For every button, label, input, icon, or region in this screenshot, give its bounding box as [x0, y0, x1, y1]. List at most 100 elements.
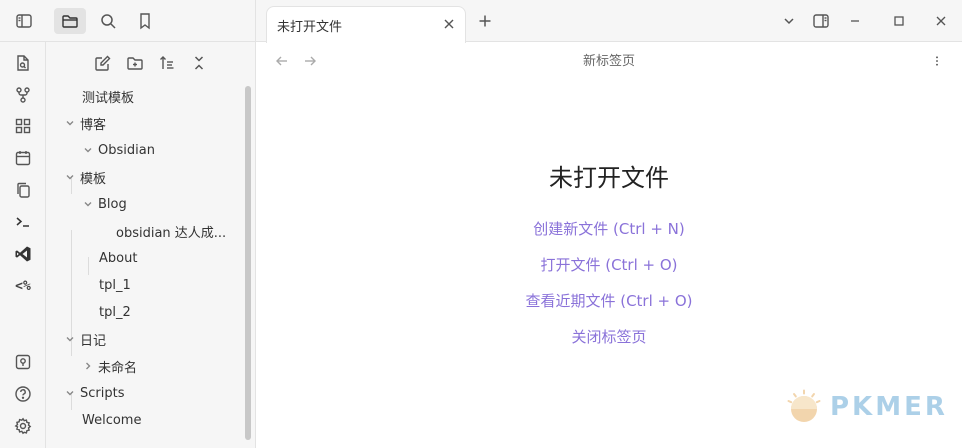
empty-state-title: 未打开文件 — [549, 164, 669, 192]
tab-list-button[interactable] — [778, 10, 800, 32]
sort-ascending-icon — [160, 56, 174, 69]
tree-item-label: Blog — [98, 196, 127, 212]
chevron-down-icon — [62, 115, 78, 131]
tree-item-label: Obsidian — [98, 142, 155, 158]
minimize-button[interactable] — [844, 10, 866, 32]
tree-folder-item[interactable]: Scripts — [62, 381, 124, 405]
new-folder-button[interactable] — [122, 50, 148, 76]
view-header-title: 新标签页 — [582, 54, 635, 69]
tree-file-item[interactable]: Welcome — [82, 408, 141, 432]
file-explorer-actions — [90, 50, 212, 76]
chevrons-collapse-icon — [194, 56, 204, 70]
templater-icon: <% — [15, 278, 31, 294]
ribbon-graph-button[interactable] — [12, 84, 34, 106]
folder-plus-icon — [127, 57, 143, 70]
recent-files-link[interactable]: 查看近期文件 (Ctrl + O) — [256, 290, 962, 311]
ribbon-daily-note-button[interactable] — [12, 147, 34, 169]
tree-item-label: 测试模板 — [82, 90, 135, 106]
folder-icon — [62, 15, 78, 28]
tree-file-item[interactable]: 测试模板 — [82, 84, 134, 108]
sidebar-scrollbar[interactable] — [245, 86, 251, 440]
gear-icon — [14, 417, 32, 435]
search-icon — [101, 14, 116, 29]
ribbon-templates-button[interactable] — [12, 179, 34, 201]
ribbon-canvas-button[interactable] — [12, 115, 34, 137]
tree-folder-item[interactable]: Obsidian — [80, 138, 155, 162]
toggle-sidebar-button[interactable] — [8, 8, 40, 34]
help-circle-icon — [15, 386, 31, 402]
tree-item-label: 日记 — [80, 333, 107, 349]
new-note-button[interactable] — [90, 50, 116, 76]
vault-icon — [15, 354, 31, 370]
chevron-down-icon — [62, 331, 78, 347]
tree-folder-item[interactable]: 博客 — [62, 111, 106, 135]
tree-folder-item[interactable]: 日记 — [62, 327, 106, 351]
tree-file-item[interactable]: tpl_2 — [99, 300, 131, 324]
copy-icon — [17, 182, 30, 198]
ribbon-help-button[interactable] — [12, 383, 34, 405]
sidebar-top-bar — [0, 0, 256, 42]
chevron-down-icon — [62, 385, 78, 401]
tab-close-button[interactable] — [441, 16, 457, 32]
open-file-link[interactable]: 打开文件 (Ctrl + O) — [256, 254, 962, 275]
chevron-down-icon — [80, 196, 96, 212]
ribbon-open-file-button[interactable] — [12, 52, 34, 74]
layout-grid-icon — [15, 118, 31, 134]
bookmarks-tab-button[interactable] — [129, 8, 161, 34]
file-explorer-tab-button[interactable] — [54, 8, 86, 34]
ribbon-vscode-button[interactable] — [12, 243, 34, 265]
ribbon-templater-button[interactable]: <% — [12, 275, 34, 297]
edit-icon — [95, 55, 111, 71]
create-new-file-link[interactable]: 创建新文件 (Ctrl + N) — [256, 218, 962, 239]
collapse-all-button[interactable] — [186, 50, 212, 76]
tab-title: 未打开文件 — [277, 20, 343, 35]
maximize-button[interactable] — [888, 10, 910, 32]
git-fork-icon — [16, 87, 30, 103]
tree-folder-item[interactable]: 未命名 — [80, 354, 137, 378]
pkmer-watermark: PKMER — [786, 388, 948, 426]
sidebar-right-icon — [813, 14, 829, 28]
calendar-icon — [15, 151, 31, 166]
tree-item-label: Scripts — [80, 385, 125, 401]
bookmark-icon — [140, 13, 150, 30]
new-tab-button[interactable] — [474, 10, 496, 32]
tree-file-item[interactable]: tpl_1 — [99, 273, 131, 297]
tree-folder-item[interactable]: 模板 — [62, 165, 106, 189]
close-icon — [936, 16, 946, 26]
chevron-right-icon — [80, 358, 96, 374]
tree-item-label: 模板 — [80, 171, 107, 187]
toggle-right-sidebar-button[interactable] — [810, 10, 832, 32]
tree-item-label: 未命名 — [98, 360, 138, 376]
plus-icon — [479, 15, 491, 27]
ribbon: <% — [0, 42, 46, 448]
tree-item-label: tpl_1 — [99, 277, 131, 293]
sort-button[interactable] — [154, 50, 180, 76]
close-icon — [444, 19, 454, 29]
tree-item-label: tpl_2 — [99, 304, 131, 320]
ribbon-vault-switcher-button[interactable] — [12, 351, 34, 373]
minimize-icon — [851, 20, 859, 22]
more-vertical-icon — [936, 56, 938, 66]
file-explorer: 测试模板 博客 Obsidian 模板 Blog obsidian 达人成...… — [46, 42, 256, 448]
close-tab-link[interactable]: 关闭标签页 — [256, 326, 962, 347]
pkmer-logo-icon — [787, 389, 821, 422]
ribbon-terminal-button[interactable] — [12, 211, 34, 233]
tree-item-label: About — [99, 250, 138, 266]
indent-guide — [88, 257, 89, 275]
vscode-icon — [15, 246, 31, 262]
more-options-button[interactable] — [928, 51, 946, 71]
chevron-down-icon — [80, 142, 96, 158]
file-search-icon — [17, 55, 29, 71]
chevron-down-icon — [784, 18, 794, 25]
tab-bar: 未打开文件 — [256, 0, 962, 43]
tree-file-item[interactable]: obsidian 达人成... — [116, 219, 226, 243]
chevron-down-icon — [62, 169, 78, 185]
tree-folder-item[interactable]: Blog — [80, 192, 127, 216]
tree-file-item[interactable]: About — [99, 246, 137, 270]
maximize-icon — [894, 16, 904, 26]
watermark-text: PKMER — [830, 392, 948, 422]
ribbon-settings-button[interactable] — [12, 415, 34, 437]
tab-empty[interactable]: 未打开文件 — [266, 6, 466, 43]
window-close-button[interactable] — [930, 10, 952, 32]
search-tab-button[interactable] — [92, 8, 124, 34]
